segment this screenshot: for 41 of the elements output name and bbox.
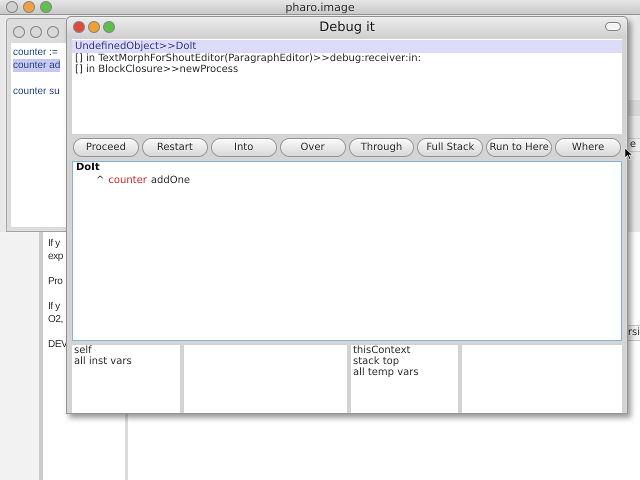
toolbar-button[interactable]: Into (210, 138, 277, 157)
method-name: DoIt (76, 162, 100, 174)
toolbar-button[interactable]: Run to Here (486, 138, 552, 157)
mouse-pointer-icon (625, 148, 633, 160)
toolbar-button[interactable]: Over (280, 138, 346, 157)
code-line: counter := (13, 46, 58, 59)
close-button[interactable] (13, 26, 25, 38)
text-line: Pro (48, 275, 64, 288)
code-line: counter su (13, 85, 60, 98)
toolbar-button[interactable]: Through (348, 138, 414, 157)
window-title: pharo.image (285, 2, 355, 12)
code-pane[interactable]: DoIt ^ counter addOne (72, 161, 622, 341)
inspector-item[interactable]: stack top (353, 356, 400, 367)
text-line: If y (48, 237, 61, 250)
toolbar-button[interactable]: Where (555, 138, 621, 157)
inspector-item[interactable]: all inst vars (74, 356, 132, 367)
text-line: O2, (48, 313, 64, 326)
text-line: exp (48, 250, 64, 263)
toolbar-button[interactable]: Proceed (73, 138, 139, 157)
code-token: addOne (150, 174, 190, 187)
stack-frame[interactable]: [] in BlockClosure>>newProcess (72, 64, 622, 75)
zoom-button[interactable] (47, 26, 59, 38)
text-fragment: rsi (628, 326, 640, 340)
inspector-item[interactable]: all temp vars (353, 367, 419, 378)
inspector-item[interactable]: self (74, 345, 92, 356)
toolbar-button[interactable]: Full Stack (417, 138, 484, 157)
code-token: counter (108, 174, 147, 187)
minimize-button[interactable] (88, 21, 100, 33)
close-button[interactable] (73, 21, 85, 33)
stack-frame[interactable]: [] in TextMorphForShoutEditor(ParagraphEditor)>>debug:receiver:in: (72, 53, 622, 64)
toolbar-button[interactable]: Restart (142, 138, 208, 157)
code-token: ^ (96, 174, 104, 187)
zoom-button[interactable] (103, 21, 115, 33)
text-fragment: e (630, 139, 636, 151)
inspector-item[interactable]: thisContext (353, 345, 410, 356)
minimize-button[interactable] (30, 26, 42, 38)
stack-frame[interactable]: UndefinedObject>>DoIt (72, 40, 622, 53)
text-line: If y (48, 300, 61, 313)
code-pane[interactable]: counter := counter ad counter su (11, 43, 66, 227)
collapse-button[interactable] (605, 22, 621, 31)
window-title: Debug it (319, 18, 375, 37)
